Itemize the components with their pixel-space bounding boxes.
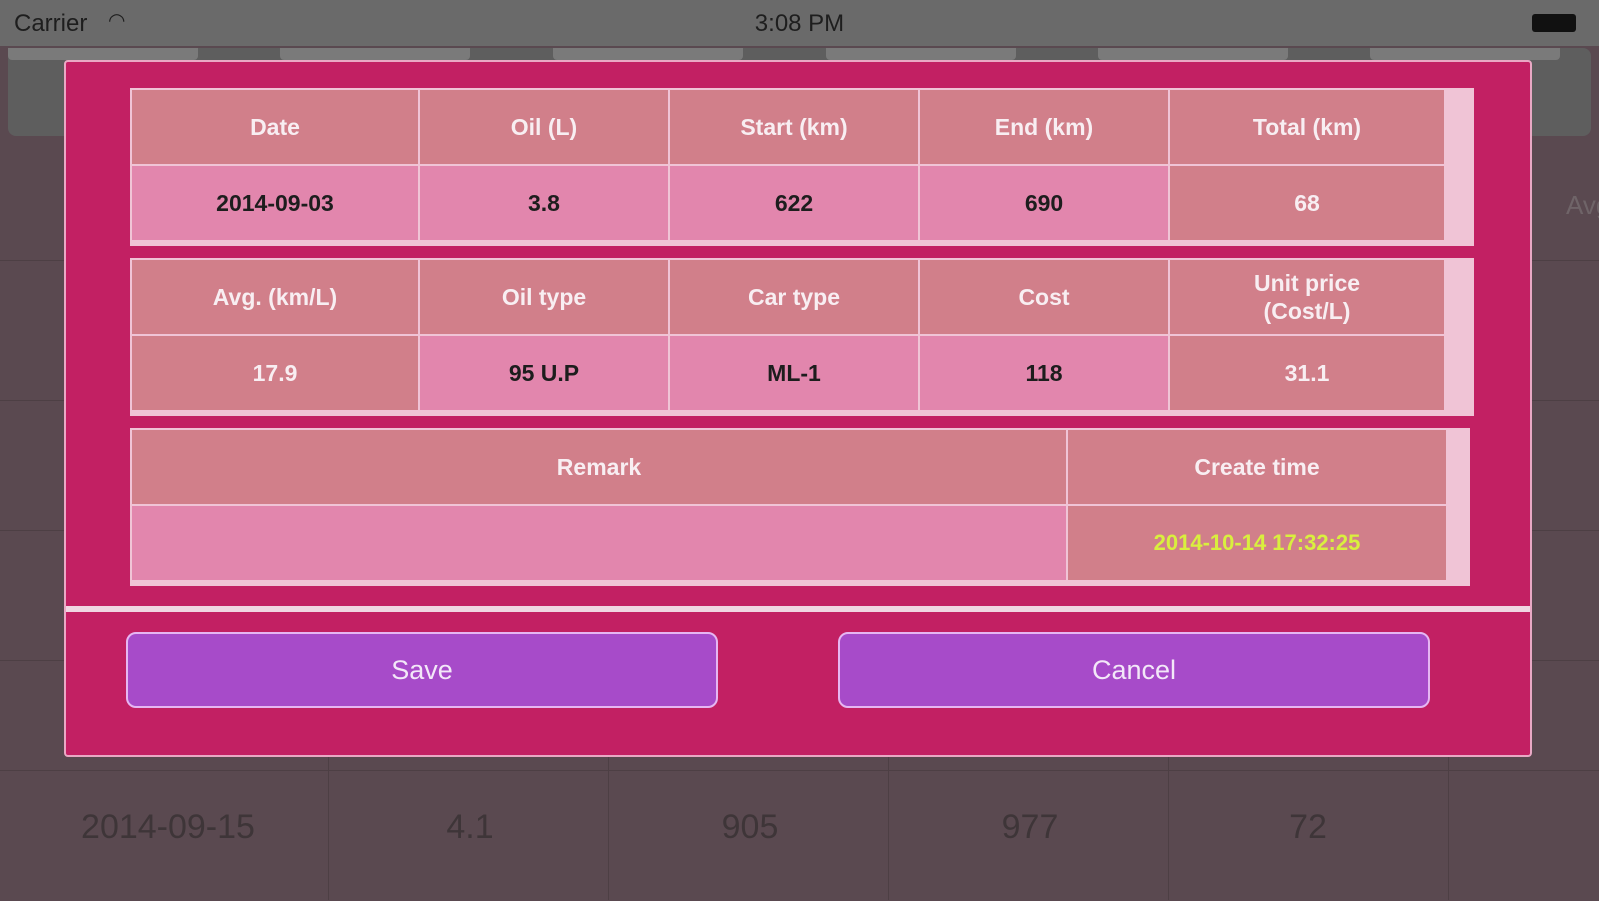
value-start-km[interactable]: 622 xyxy=(670,166,918,240)
record-table-remark: Remark Create time 2014-10-14 17:32:25 xyxy=(130,428,1470,586)
header-car-type: Car type xyxy=(670,260,918,334)
cancel-button[interactable]: Cancel xyxy=(838,632,1430,708)
record-table-primary: Date Oil (L) Start (km) End (km) Total (… xyxy=(130,88,1474,246)
header-create-time: Create time xyxy=(1068,430,1446,504)
header-date: Date xyxy=(132,90,418,164)
header-avg: Avg. (km/L) xyxy=(132,260,418,334)
value-avg: 17.9 xyxy=(132,336,418,410)
value-end-km[interactable]: 690 xyxy=(920,166,1168,240)
dialog-divider xyxy=(66,606,1530,612)
header-start-km: Start (km) xyxy=(670,90,918,164)
value-unit-price: 31.1 xyxy=(1170,336,1444,410)
value-cost[interactable]: 118 xyxy=(920,336,1168,410)
battery-icon xyxy=(1532,14,1576,32)
header-total-km: Total (km) xyxy=(1170,90,1444,164)
background-cell: 72 xyxy=(1289,808,1327,846)
header-unit-price: Unit price (Cost/L) xyxy=(1170,260,1444,334)
header-oil-type: Oil type xyxy=(420,260,668,334)
record-detail-dialog: Date Oil (L) Start (km) End (km) Total (… xyxy=(64,60,1532,757)
background-cell: 977 xyxy=(1001,808,1059,846)
value-oil-type[interactable]: 95 U.P xyxy=(420,336,668,410)
value-create-time: 2014-10-14 17:32:25 xyxy=(1068,506,1446,580)
value-oil[interactable]: 3.8 xyxy=(420,166,668,240)
record-table-secondary: Avg. (km/L) Oil type Car type Cost Unit … xyxy=(130,258,1474,416)
header-cost: Cost xyxy=(920,260,1168,334)
header-end-km: End (km) xyxy=(920,90,1168,164)
header-remark: Remark xyxy=(132,430,1066,504)
background-avg-header: Avg. xyxy=(1566,190,1599,220)
value-date[interactable]: 2014-09-03 xyxy=(132,166,418,240)
value-total-km: 68 xyxy=(1170,166,1444,240)
status-bar: Carrier ◠ 3:08 PM xyxy=(0,0,1599,46)
value-car-type[interactable]: ML-1 xyxy=(670,336,918,410)
remark-field[interactable] xyxy=(132,506,1066,580)
background-cell: 4.1 xyxy=(446,808,494,846)
header-oil: Oil (L) xyxy=(420,90,668,164)
status-time: 3:08 PM xyxy=(754,10,845,37)
background-cell: 905 xyxy=(721,808,779,846)
background-cell: 2014-09-15 xyxy=(81,808,255,846)
save-button[interactable]: Save xyxy=(126,632,718,708)
